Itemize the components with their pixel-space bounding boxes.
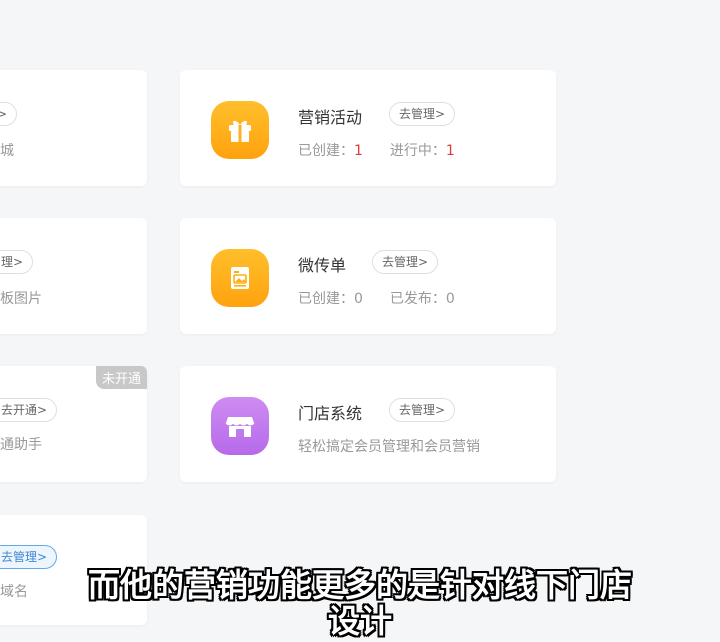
- left-card-1-button[interactable]: 理>: [0, 102, 18, 126]
- left-card-2-button[interactable]: 理>: [0, 250, 34, 274]
- flyer-icon: [211, 249, 269, 307]
- card-description: 轻松搞定会员管理和会员营销: [298, 439, 480, 455]
- manage-button[interactable]: 去管理>: [372, 250, 439, 274]
- store-system-card: 门店系统 去管理> 轻松搞定会员管理和会员营销: [180, 366, 556, 482]
- left-card-1: 理> 城: [0, 70, 147, 186]
- published-count: 0: [445, 291, 455, 307]
- manage-button[interactable]: 去管理>: [389, 398, 456, 422]
- left-card-2-text: 板图片: [0, 291, 42, 307]
- left-card-3-text: 通助手: [0, 437, 42, 453]
- card-title: 门店系统: [298, 404, 363, 423]
- video-caption-line-2: 设计: [327, 602, 392, 640]
- left-card-3-button[interactable]: 去开通>: [0, 398, 58, 422]
- created-label: 已创建：: [298, 143, 354, 159]
- left-card-1-text: 城: [0, 143, 14, 159]
- created-count: 1: [354, 143, 363, 159]
- left-card-3: 未开通 去开通> 通助手: [0, 366, 147, 482]
- created-label: 已创建：: [298, 291, 354, 307]
- in-progress-label: 进行中：: [389, 143, 446, 159]
- marketing-activity-card: 营销活动 去管理> 已创建：1 进行中：1: [180, 70, 556, 186]
- store-icon: [211, 397, 269, 455]
- left-card-2: 理> 板图片: [0, 218, 147, 334]
- gift-icon: [211, 101, 269, 159]
- created-count: 0: [354, 291, 363, 307]
- manage-button[interactable]: 去管理>: [389, 102, 456, 126]
- published-label: 已发布：: [389, 291, 446, 307]
- card-stats: 已创建：1 进行中：1: [298, 140, 455, 160]
- in-progress-count: 1: [445, 143, 455, 159]
- card-title: 营销活动: [298, 108, 363, 127]
- card-title: 微传单: [298, 256, 347, 275]
- micro-flyer-card: 微传单 去管理> 已创建：0 已发布：0: [180, 218, 556, 334]
- card-stats: 已创建：0 已发布：0: [298, 288, 455, 308]
- not-activated-ribbon: 未开通: [95, 366, 147, 389]
